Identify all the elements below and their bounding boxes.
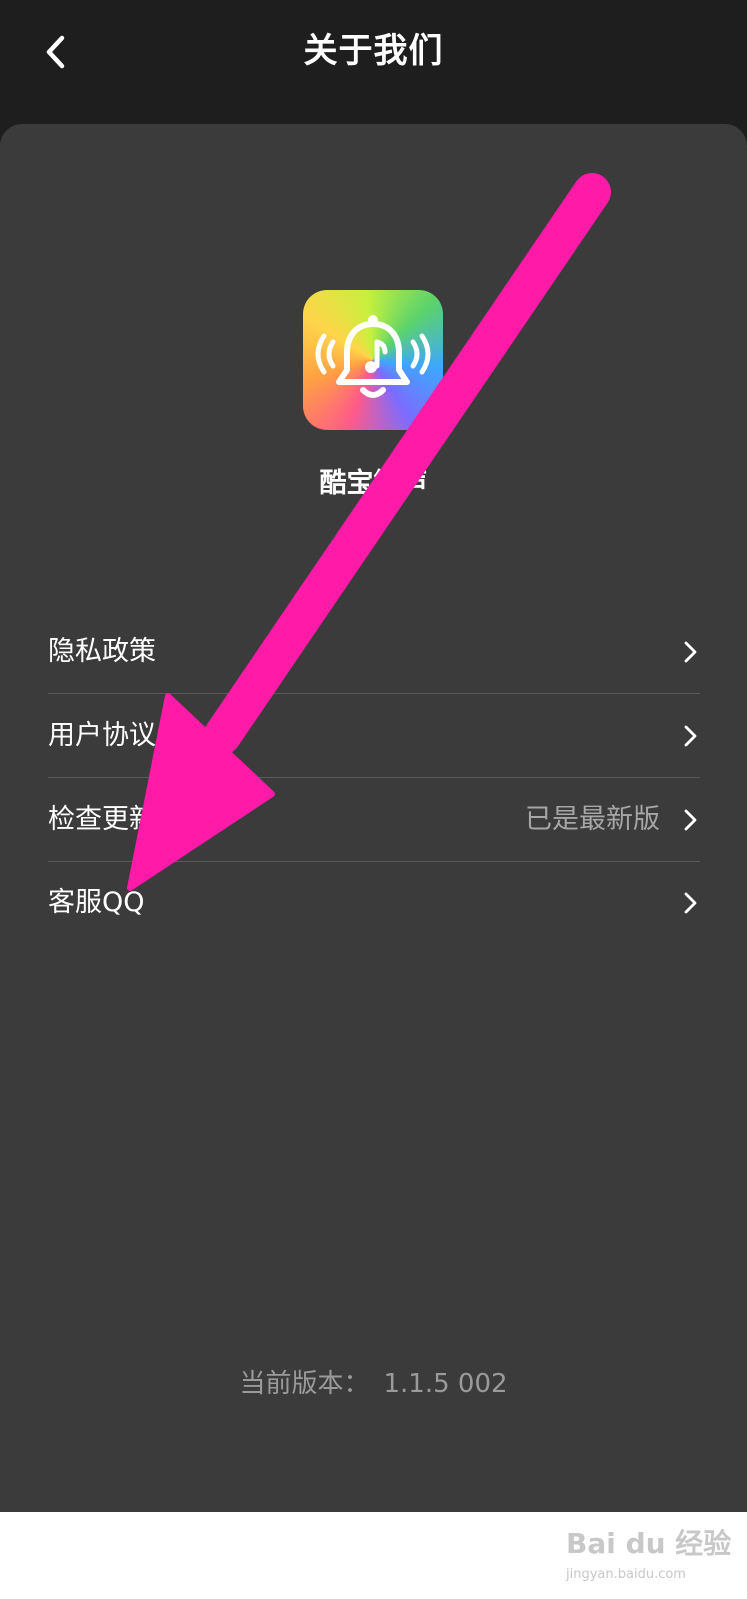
- chevron-right-icon: [684, 892, 697, 914]
- bell-music-icon: [315, 315, 431, 398]
- baidu-jingyan-watermark: Bai du 经验 jingyan.baidu.com: [566, 1512, 736, 1592]
- menu-item-label: 客服QQ: [48, 887, 145, 918]
- chevron-right-icon: [684, 641, 697, 663]
- menu-item-customer-service-qq[interactable]: 客服QQ: [48, 861, 700, 945]
- about-us-screen: 关于我们 酷宝铃声 隐私政策 用户协议 检查更新 已是最新版 客服QQ 当前版本…: [0, 0, 747, 1599]
- watermark-url: jingyan.baidu.com: [566, 1567, 686, 1582]
- app-name: 酷宝铃声: [319, 468, 428, 499]
- app-icon: [303, 290, 443, 430]
- watermark-logo: Bai du 经验: [566, 1527, 732, 1560]
- chevron-right-icon: [684, 809, 697, 831]
- page-title: 关于我们: [303, 31, 444, 71]
- menu-item-user-agreement[interactable]: 用户协议: [48, 694, 700, 778]
- chevron-right-icon: [684, 725, 697, 747]
- menu-item-label: 检查更新: [48, 804, 156, 835]
- menu-item-privacy-policy[interactable]: 隐私政策: [48, 610, 700, 694]
- content-card: 酷宝铃声 隐私政策 用户协议 检查更新 已是最新版 客服QQ 当前版本： 1.1…: [0, 124, 747, 1512]
- menu-item-label: 隐私政策: [48, 636, 156, 667]
- version-info: 当前版本： 1.1.5 002: [0, 1364, 747, 1404]
- menu-item-label: 用户协议: [48, 720, 156, 751]
- update-status-text: 已是最新版: [525, 804, 660, 835]
- menu-item-check-update[interactable]: 检查更新 已是最新版: [48, 778, 700, 862]
- version-label: 当前版本：: [239, 1369, 370, 1399]
- version-number: 1.1.5 002: [383, 1369, 508, 1399]
